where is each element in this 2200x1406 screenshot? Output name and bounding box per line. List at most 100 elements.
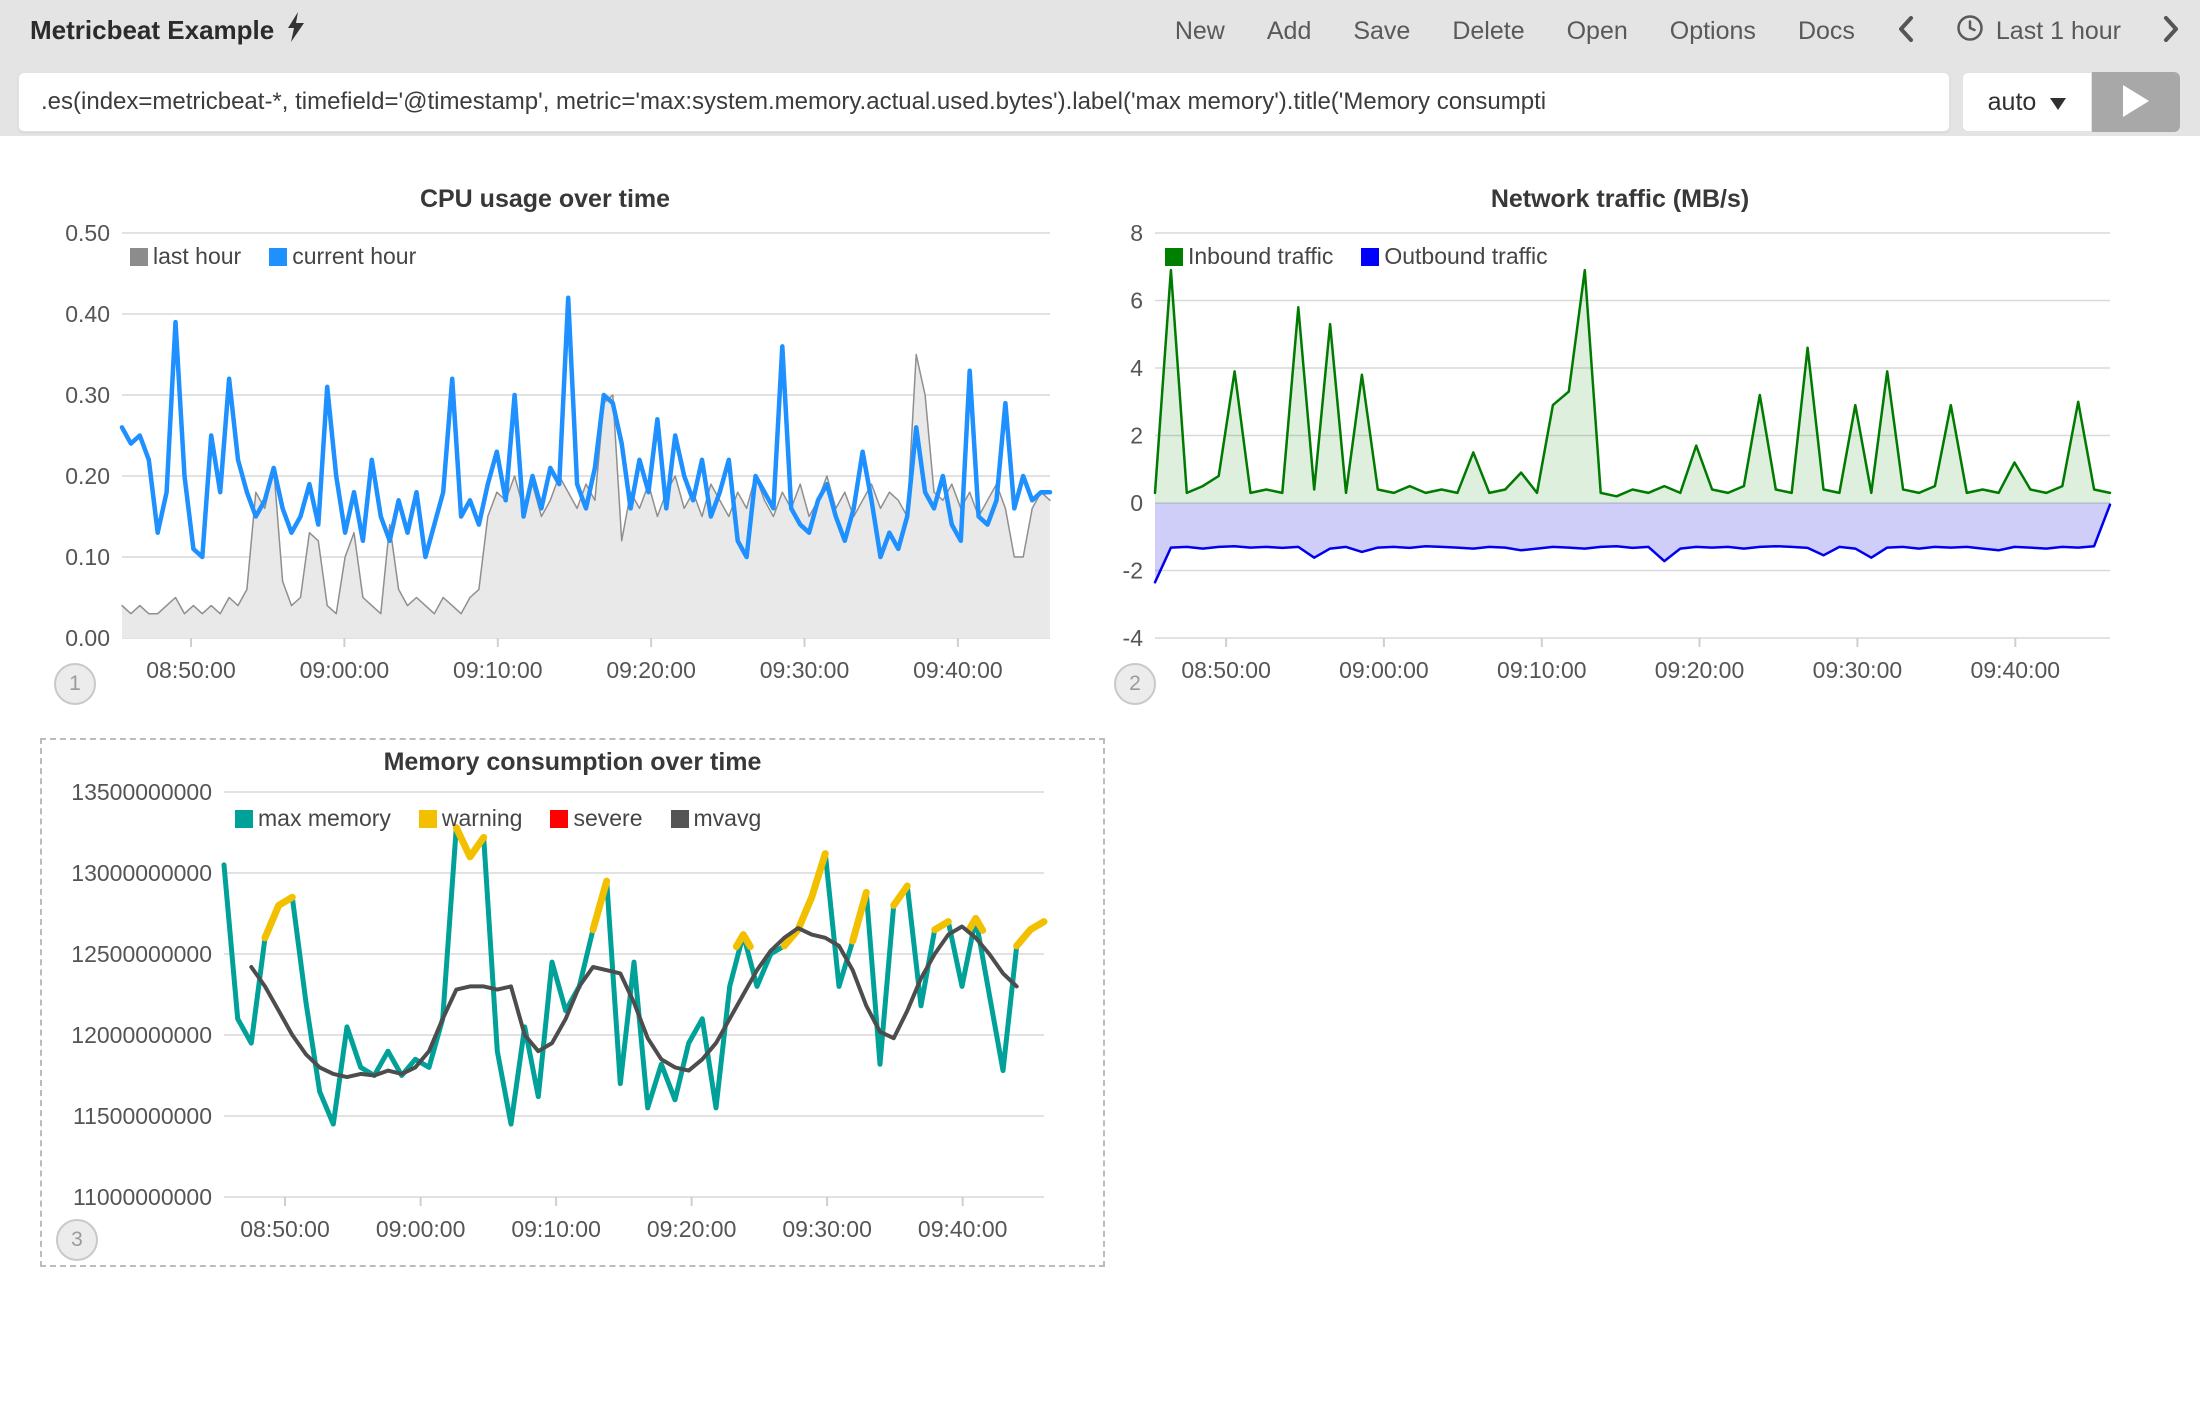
legend-swatch xyxy=(419,810,437,828)
legend-swatch xyxy=(235,810,253,828)
svg-text:0.20: 0.20 xyxy=(65,463,110,489)
svg-text:08:50:00: 08:50:00 xyxy=(146,657,236,683)
nav-item-save[interactable]: Save xyxy=(1353,17,1410,46)
svg-text:08:50:00: 08:50:00 xyxy=(1181,657,1271,683)
svg-text:09:00:00: 09:00:00 xyxy=(1339,657,1429,683)
play-button[interactable] xyxy=(2092,72,2180,132)
legend-label: warning xyxy=(442,805,523,832)
legend-swatch xyxy=(671,810,689,828)
svg-text:12000000000: 12000000000 xyxy=(71,1022,212,1048)
svg-text:4: 4 xyxy=(1130,355,1143,381)
legend-label: Outbound traffic xyxy=(1384,243,1547,270)
legend-swatch xyxy=(130,248,148,266)
legend-swatch xyxy=(1165,248,1183,266)
caret-down-icon xyxy=(2050,88,2066,117)
nav-item-docs[interactable]: Docs xyxy=(1798,17,1855,46)
legend-label: max memory xyxy=(258,805,391,832)
legend-item: warning xyxy=(419,805,523,832)
panel-memory-selected[interactable]: Memory consumption over time 13500000000… xyxy=(40,738,1105,1267)
panel-number-badge: 1 xyxy=(54,663,96,705)
svg-text:08:50:00: 08:50:00 xyxy=(240,1216,330,1242)
network-traffic-plot[interactable]: 8 6 4 2 0 -2 -4 08:50:00 09:00:00 09:10:00 09:20:0… xyxy=(1120,215,2120,700)
svg-text:6: 6 xyxy=(1130,288,1143,314)
legend-item: Outbound traffic xyxy=(1361,243,1547,270)
svg-text:09:00:00: 09:00:00 xyxy=(300,657,390,683)
chart-title: Memory consumption over time xyxy=(42,748,1103,777)
nav-item-delete[interactable]: Delete xyxy=(1452,17,1524,46)
svg-text:09:40:00: 09:40:00 xyxy=(1971,657,2061,683)
interval-select[interactable]: auto xyxy=(1962,72,2092,132)
legend-label: Inbound traffic xyxy=(1188,243,1333,270)
chart-title: Network traffic (MB/s) xyxy=(1120,185,2120,214)
legend-label: mvavg xyxy=(694,805,762,832)
svg-text:09:30:00: 09:30:00 xyxy=(760,657,850,683)
nav-item-add[interactable]: Add xyxy=(1267,17,1311,46)
svg-text:8: 8 xyxy=(1130,220,1143,246)
legend-item: Inbound traffic xyxy=(1165,243,1333,270)
interval-value: auto xyxy=(1988,88,2037,117)
panel-number-badge: 3 xyxy=(56,1219,98,1261)
svg-text:2: 2 xyxy=(1130,423,1143,449)
svg-text:0.40: 0.40 xyxy=(65,301,110,327)
svg-text:0.50: 0.50 xyxy=(65,220,110,246)
panel-cpu-usage[interactable]: CPU usage over time 0.000.100.200.300.40… xyxy=(30,185,1060,705)
svg-text:13000000000: 13000000000 xyxy=(71,860,212,886)
svg-text:13500000000: 13500000000 xyxy=(71,782,212,805)
timelion-app: Metricbeat Example New Add Save Delete O… xyxy=(0,0,2200,1406)
legend-swatch xyxy=(269,248,287,266)
svg-text:09:10:00: 09:10:00 xyxy=(1497,657,1587,683)
svg-text:09:00:00: 09:00:00 xyxy=(376,1216,466,1242)
timelion-query-input[interactable] xyxy=(18,72,1950,132)
svg-text:0.10: 0.10 xyxy=(65,544,110,570)
network-legend: Inbound traffic Outbound traffic xyxy=(1165,243,1548,270)
time-range-label: Last 1 hour xyxy=(1996,17,2121,46)
main-menu: New Add Save Delete Open Options Docs La xyxy=(1175,14,2180,49)
svg-text:09:40:00: 09:40:00 xyxy=(913,657,1003,683)
query-bar: auto xyxy=(0,72,2200,132)
chevron-right-icon xyxy=(2163,15,2180,48)
time-back-button[interactable] xyxy=(1897,15,1914,48)
chevron-left-icon xyxy=(1897,15,1914,48)
nav-item-new[interactable]: New xyxy=(1175,17,1225,46)
play-icon xyxy=(2123,85,2149,120)
memory-legend: max memory warning severe mvavg xyxy=(235,805,761,832)
svg-text:0: 0 xyxy=(1130,490,1143,516)
legend-label: last hour xyxy=(153,243,241,270)
legend-swatch xyxy=(1361,248,1379,266)
svg-text:-4: -4 xyxy=(1123,625,1144,651)
legend-swatch xyxy=(550,810,568,828)
svg-text:-2: -2 xyxy=(1123,558,1143,584)
svg-text:09:30:00: 09:30:00 xyxy=(782,1216,872,1242)
app-title: Metricbeat Example xyxy=(30,12,306,49)
svg-text:11000000000: 11000000000 xyxy=(73,1184,212,1210)
legend-label: severe xyxy=(573,805,642,832)
svg-text:09:10:00: 09:10:00 xyxy=(511,1216,601,1242)
lightning-bolt-icon xyxy=(286,12,306,49)
nav-item-open[interactable]: Open xyxy=(1567,17,1628,46)
sheet-title: Metricbeat Example xyxy=(30,15,274,46)
time-forward-button[interactable] xyxy=(2163,15,2180,48)
svg-text:0.30: 0.30 xyxy=(65,382,110,408)
svg-text:09:20:00: 09:20:00 xyxy=(1655,657,1745,683)
panel-network-traffic[interactable]: Network traffic (MB/s) 8 6 4 2 0 -2 -4 08:50:00… xyxy=(1120,185,2120,705)
svg-text:0.00: 0.00 xyxy=(65,625,110,651)
timepicker-button[interactable]: Last 1 hour xyxy=(1956,14,2121,49)
clock-icon xyxy=(1956,14,1984,49)
svg-text:09:20:00: 09:20:00 xyxy=(606,657,696,683)
panel-number-badge: 2 xyxy=(1114,663,1156,705)
svg-text:11500000000: 11500000000 xyxy=(73,1103,212,1129)
svg-text:09:20:00: 09:20:00 xyxy=(647,1216,737,1242)
legend-item: severe xyxy=(550,805,642,832)
legend-item: max memory xyxy=(235,805,391,832)
legend-item: current hour xyxy=(269,243,416,270)
svg-text:09:10:00: 09:10:00 xyxy=(453,657,543,683)
cpu-legend: last hour current hour xyxy=(130,243,416,270)
memory-consumption-plot[interactable]: 13500000000 13000000000 12500000000 1200000… xyxy=(52,782,1092,1262)
legend-item: mvavg xyxy=(671,805,762,832)
svg-text:12500000000: 12500000000 xyxy=(71,941,212,967)
legend-item: last hour xyxy=(130,243,241,270)
nav-item-options[interactable]: Options xyxy=(1670,17,1756,46)
cpu-usage-plot[interactable]: 0.00 0.10 0.20 0.30 0.40 0.50 08:50:00 09:00:00… xyxy=(30,215,1060,700)
svg-text:09:30:00: 09:30:00 xyxy=(1813,657,1903,683)
legend-label: current hour xyxy=(292,243,416,270)
